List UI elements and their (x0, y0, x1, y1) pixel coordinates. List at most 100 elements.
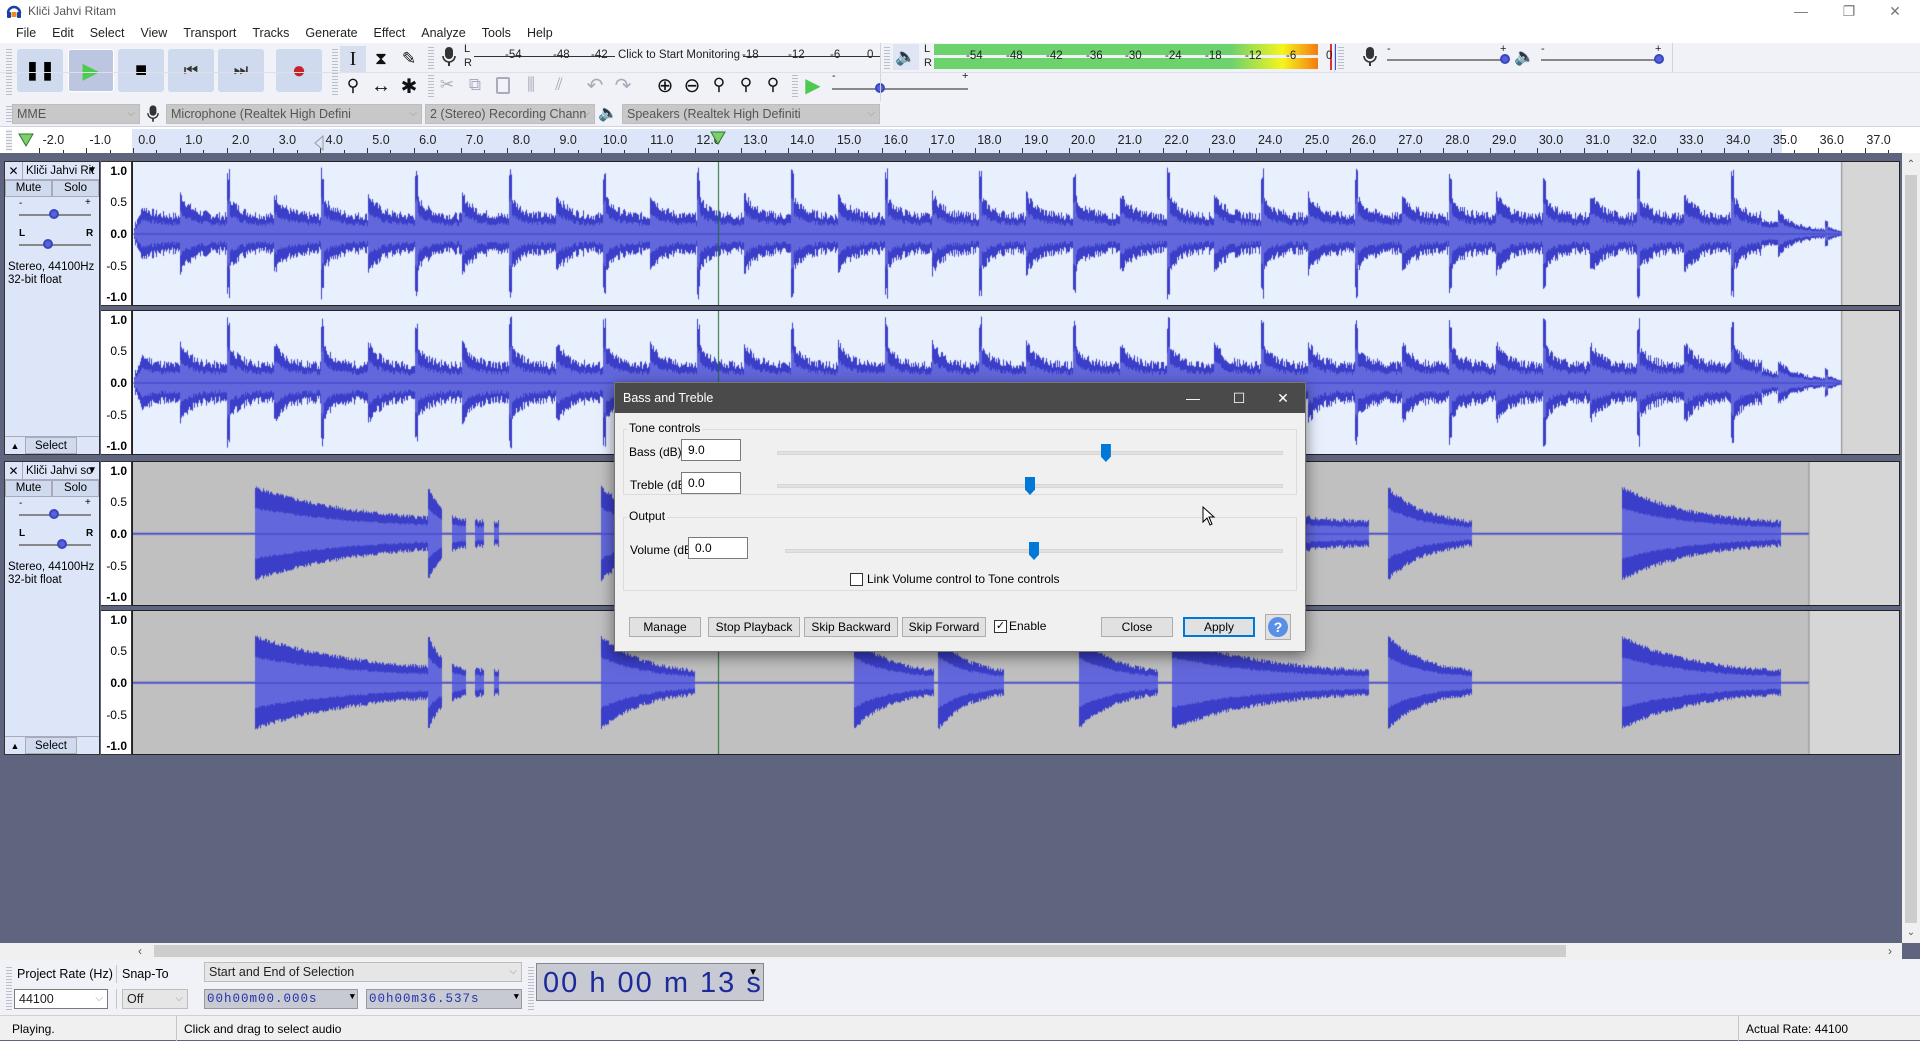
timeshift-tool-button[interactable]: ↔ (368, 73, 394, 99)
scroll-up-icon[interactable]: ⌃ (1902, 159, 1920, 173)
horizontal-scrollbar[interactable]: ‹ › (0, 943, 1902, 959)
volume-input[interactable]: 0.0 (688, 537, 748, 559)
treble-input[interactable]: 0.0 (681, 472, 741, 494)
bass-slider[interactable] (777, 451, 1283, 455)
solo-button[interactable]: Solo (52, 180, 99, 197)
menu-view[interactable]: View (132, 26, 175, 40)
snap-to-select[interactable]: Off ⌵ (122, 989, 188, 1009)
playback-volume-slider[interactable] (1541, 59, 1659, 61)
track-close-button[interactable]: ✕ (5, 162, 23, 180)
playhead-marker-icon[interactable] (710, 131, 726, 145)
collapse-track-button[interactable]: ▲ (5, 437, 25, 454)
zoom-toggle-button[interactable]: ⚲ (760, 72, 786, 98)
skip-backward-button[interactable]: Skip Backward (804, 617, 898, 637)
fit-project-button[interactable]: ⚲ (733, 72, 759, 98)
record-meter-prompt[interactable]: Click to Start Monitoring (615, 49, 744, 61)
copy-button[interactable]: ⧉ (462, 72, 488, 98)
pause-button[interactable]: ❚❚ (17, 49, 63, 92)
skip-to-end-button[interactable]: ⏭ (218, 49, 264, 92)
dialog-close-x-button[interactable]: ✕ (1261, 383, 1305, 413)
link-volume-checkbox[interactable] (850, 573, 863, 586)
playback-volume-thumb[interactable] (1654, 54, 1664, 64)
project-rate-select[interactable]: 44100 ⌵ (14, 989, 108, 1009)
scroll-down-icon[interactable]: ⌄ (1902, 927, 1920, 941)
play-at-speed-grip[interactable] (792, 73, 798, 97)
playback-device-select[interactable]: Speakers (Realtek High Definiti ⌵ (622, 104, 880, 124)
zoom-in-button[interactable]: ⊕ (652, 72, 678, 98)
mute-button[interactable]: Mute (5, 480, 52, 497)
pan-slider[interactable] (19, 244, 91, 246)
stop-playback-button[interactable]: Stop Playback (708, 617, 800, 637)
redo-button[interactable]: ↷ (610, 72, 636, 98)
record-meter-grip[interactable] (428, 45, 434, 69)
draw-tool-button[interactable]: ✎ (396, 46, 422, 72)
menu-tracks[interactable]: Tracks (244, 26, 297, 40)
menu-effect[interactable]: Effect (366, 26, 414, 40)
menu-help[interactable]: Help (519, 26, 561, 40)
mixer-toolbar-grip[interactable] (1338, 45, 1344, 69)
track-control-panel[interactable]: ✕ Kliči Jahvi so ▼ Mute Solo - + L R Ster… (4, 461, 100, 755)
amplitude-ruler[interactable]: 1.0 0.5 0.0 -0.5 -1.0 (101, 310, 132, 455)
pan-slider[interactable] (19, 544, 91, 546)
select-track-button[interactable]: Select (25, 437, 77, 454)
zoom-tool-button[interactable]: ⚲ (340, 73, 366, 99)
scroll-left-icon[interactable]: ‹ (138, 943, 152, 959)
select-track-button[interactable]: Select (25, 737, 77, 754)
track-control-panel[interactable]: ✕ Kliči Jahvi Rit ▼ Mute Solo - + L R Ste… (4, 161, 100, 455)
recording-channels-select[interactable]: 2 (Stereo) Recording Chann ⌵ (425, 104, 595, 124)
selection-tool-button[interactable]: I (340, 46, 366, 72)
dialog-minimize-button[interactable]: — (1171, 383, 1215, 413)
trim-button[interactable]: ⫼ (518, 72, 544, 98)
skip-forward-button[interactable]: Skip Forward (902, 617, 986, 637)
restore-button[interactable]: ❐ (1826, 0, 1872, 22)
skip-to-start-button[interactable]: ⏮ (168, 49, 214, 92)
selection-start-time[interactable]: 00h00m00.000s ▼ (204, 989, 358, 1009)
solo-button[interactable]: Solo (52, 480, 99, 497)
cut-button[interactable]: ✂ (434, 72, 460, 98)
audio-host-select[interactable]: MME ⌵ (12, 104, 140, 124)
playback-meter-grip[interactable] (884, 45, 890, 69)
help-button[interactable]: ? (1265, 614, 1291, 640)
vertical-scroll-thumb[interactable] (1905, 175, 1917, 923)
track-close-button[interactable]: ✕ (5, 462, 23, 480)
manage-button[interactable]: Manage (629, 617, 701, 637)
scroll-right-icon[interactable]: › (1888, 943, 1902, 959)
selection-end-time[interactable]: 00h00m36.537s ▼ (366, 989, 522, 1009)
amplitude-ruler[interactable]: 1.0 0.5 0.0 -0.5 -1.0 (101, 610, 132, 755)
selection-mode-select[interactable]: Start and End of Selection ⌵ (204, 962, 522, 982)
play-at-speed-button[interactable]: ▶ (800, 72, 826, 98)
menu-file[interactable]: File (8, 26, 44, 40)
bass-input[interactable]: 9.0 (681, 439, 741, 461)
playback-meter-speaker-icon[interactable]: 🔈 (893, 44, 919, 70)
play-speed-slider[interactable] (832, 88, 968, 90)
gain-slider-thumb[interactable] (49, 209, 59, 219)
gain-slider-thumb[interactable] (49, 509, 59, 519)
menu-analyze[interactable]: Analyze (413, 26, 473, 40)
amplitude-ruler[interactable]: 1.0 0.5 0.0 -0.5 -1.0 (101, 461, 132, 606)
track-name-menu[interactable]: Kliči Jahvi Rit ▼ (23, 162, 99, 179)
amplitude-ruler[interactable]: 1.0 0.5 0.0 -0.5 -1.0 (101, 161, 132, 306)
pan-slider-thumb[interactable] (57, 539, 67, 549)
time-toolbar-grip[interactable] (528, 965, 534, 1011)
vertical-scrollbar[interactable]: ⌃ ⌄ (1902, 153, 1920, 943)
record-meter[interactable]: -54 -48 -42 Click to Start Monitoring -1… (474, 43, 880, 69)
silence-button[interactable]: ⫽ (546, 72, 572, 98)
menu-select[interactable]: Select (82, 26, 133, 40)
record-volume-slider[interactable] (1387, 59, 1505, 61)
menu-edit[interactable]: Edit (44, 26, 82, 40)
audio-position-display[interactable]: 00 h 00 m 13 s ▼ (536, 963, 764, 1001)
menu-transport[interactable]: Transport (175, 26, 244, 40)
selection-toolbar-grip[interactable] (6, 965, 12, 1011)
record-meter-mic-icon[interactable] (436, 44, 462, 70)
close-window-button[interactable]: ✕ (1872, 0, 1918, 22)
waveform-track1-left[interactable] (132, 161, 1900, 306)
pan-slider-thumb[interactable] (43, 239, 53, 249)
envelope-tool-button[interactable]: ⧗ (368, 46, 394, 72)
minimize-button[interactable]: — (1778, 0, 1824, 22)
playback-meter[interactable]: -54 -48 -42 -36 -30 -24 -18 -12 -6 0 (934, 44, 1336, 70)
collapse-track-button[interactable]: ▲ (5, 737, 25, 754)
track-name-menu[interactable]: Kliči Jahvi so ▼ (23, 462, 99, 479)
timeline-ruler[interactable]: -2.0 -1.0 0.0 1.0 2.0 3.0 4.0 5.0 6.0 7.0 8.0 9.0 10… (0, 127, 1920, 153)
menu-tools[interactable]: Tools (474, 26, 519, 40)
recording-device-select[interactable]: Microphone (Realtek High Defini ⌵ (166, 104, 422, 124)
